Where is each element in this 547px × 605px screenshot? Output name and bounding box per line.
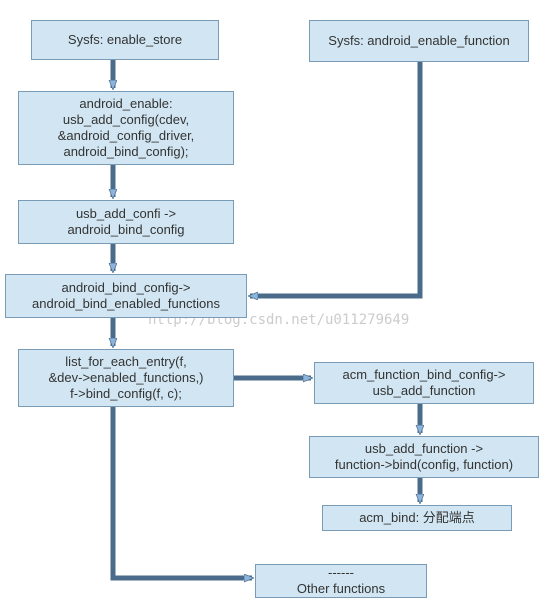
node-usb-add-confi: usb_add_confi -> android_bind_config (18, 200, 234, 244)
node-android-bind-config: android_bind_config-> android_bind_enabl… (5, 274, 247, 318)
node-sysfs-enable-store: Sysfs: enable_store (31, 20, 219, 60)
arrow-n6-n10 (113, 407, 252, 578)
node-android-enable: android_enable: usb_add_config(cdev, &an… (18, 91, 234, 165)
node-acm-bind: acm_bind: 分配端点 (322, 505, 512, 531)
node-list-for-each-entry: list_for_each_entry(f, &dev->enabled_fun… (18, 349, 234, 407)
node-other-functions: ------ Other functions (255, 564, 427, 598)
node-sysfs-android-enable-function: Sysfs: android_enable_function (309, 20, 529, 62)
node-usb-add-function-bind: usb_add_function -> function->bind(confi… (309, 436, 539, 478)
arrow-n2-n5 (250, 62, 420, 296)
node-acm-function-bind-config: acm_function_bind_config-> usb_add_funct… (314, 362, 534, 404)
